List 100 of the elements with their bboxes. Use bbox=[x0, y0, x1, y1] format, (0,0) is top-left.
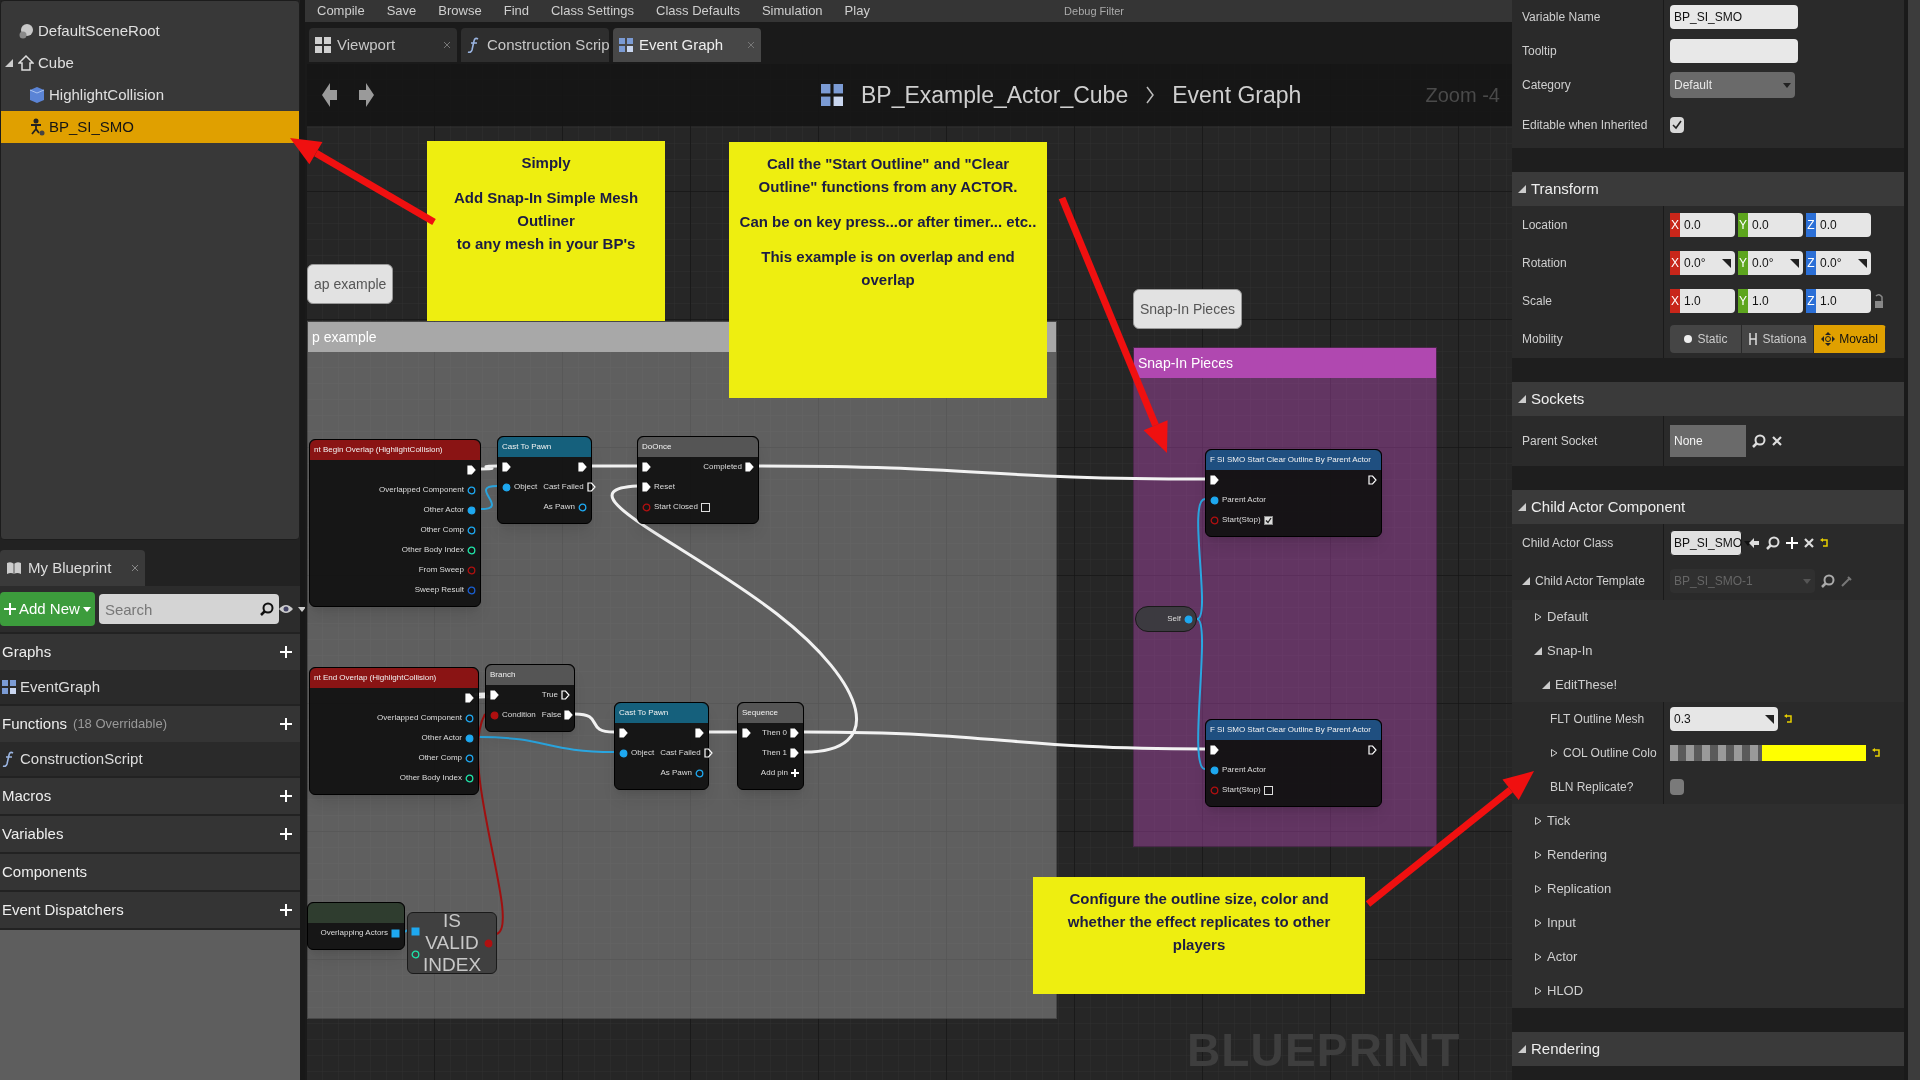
section-header[interactable]: Child Actor Component bbox=[1512, 490, 1904, 524]
blueprint-node[interactable]: nt End Overlap (HighlightCollision) Overlapped Component Other Actor Other Comp Other Body Index bbox=[309, 667, 479, 795]
section-header[interactable]: Components bbox=[0, 854, 300, 890]
section-header[interactable]: Transform bbox=[1512, 172, 1904, 206]
exec-pin-icon[interactable] bbox=[695, 728, 704, 738]
exec-pin-icon[interactable] bbox=[1210, 475, 1219, 485]
reset-icon[interactable] bbox=[1872, 748, 1881, 758]
array-pin-icon[interactable] bbox=[391, 928, 400, 938]
toolbar-button[interactable]: Browse bbox=[434, 1, 486, 21]
reset-icon[interactable] bbox=[1784, 714, 1793, 724]
mobility-option[interactable]: Static bbox=[1670, 325, 1742, 353]
editor-tab[interactable]: Construction Scrip bbox=[461, 28, 609, 62]
lock-icon[interactable] bbox=[1874, 293, 1884, 309]
number-field[interactable]: 0.0° bbox=[1748, 251, 1803, 275]
left-arrow-icon[interactable] bbox=[1748, 537, 1760, 549]
section-header[interactable]: Variables bbox=[0, 816, 300, 852]
scrollbar[interactable] bbox=[1904, 0, 1920, 1080]
exec-pin-icon[interactable] bbox=[1210, 745, 1219, 755]
expander-icon[interactable] bbox=[1518, 502, 1527, 512]
pin-icon[interactable] bbox=[1210, 765, 1219, 775]
close-icon[interactable] bbox=[131, 564, 139, 572]
pin-icon[interactable] bbox=[502, 482, 511, 492]
editor-tab[interactable]: Event Graph bbox=[613, 28, 761, 62]
text-field[interactable]: BP_SI_SMO bbox=[1670, 5, 1798, 29]
list-item[interactable]: EventGraph bbox=[0, 670, 300, 704]
close-icon[interactable] bbox=[443, 41, 451, 49]
exec-pin-icon[interactable] bbox=[745, 462, 754, 472]
checkbox[interactable] bbox=[1263, 515, 1273, 525]
forward-arrow-icon[interactable] bbox=[357, 82, 375, 108]
exec-pin-icon[interactable] bbox=[790, 728, 799, 738]
blueprint-node[interactable]: Sequence Then 0 Then 1 Add pin bbox=[737, 702, 804, 790]
variable-node[interactable]: Self bbox=[1135, 606, 1197, 632]
dropdown[interactable]: Default bbox=[1670, 72, 1795, 98]
toolbar-button[interactable]: Find bbox=[499, 1, 533, 21]
pin-icon[interactable] bbox=[619, 748, 628, 758]
pin-icon[interactable] bbox=[1210, 495, 1219, 505]
exec-pin-icon[interactable] bbox=[1368, 475, 1377, 485]
section-header[interactable]: Rendering bbox=[1512, 1032, 1904, 1066]
pin-icon[interactable] bbox=[465, 733, 474, 743]
section-header[interactable]: Event Dispatchers bbox=[0, 892, 300, 928]
blueprint-node[interactable]: Overlapping Actors bbox=[307, 902, 405, 950]
exec-pin-icon[interactable] bbox=[561, 690, 570, 700]
number-field[interactable]: 0.0° bbox=[1680, 251, 1735, 275]
mobility-option[interactable]: Movabl bbox=[1814, 325, 1886, 353]
toolbar-button[interactable]: Class Defaults bbox=[652, 1, 744, 21]
checkbox[interactable] bbox=[1670, 117, 1684, 133]
search-icon[interactable] bbox=[1752, 434, 1766, 448]
socket-field[interactable]: None bbox=[1670, 425, 1746, 457]
exec-pin-icon[interactable] bbox=[742, 728, 751, 738]
editor-tab[interactable]: Viewport bbox=[309, 28, 457, 62]
breadcrumb-item[interactable]: Event Graph bbox=[1172, 77, 1302, 113]
blueprint-node[interactable]: Branch True Condition False bbox=[485, 664, 575, 732]
spinner-icon[interactable] bbox=[1858, 258, 1867, 268]
list-item[interactable]: ConstructionScript bbox=[0, 742, 300, 776]
spinner-icon[interactable] bbox=[1790, 258, 1799, 268]
tree-item[interactable]: DefaultSceneRoot bbox=[1, 15, 299, 47]
tree-item[interactable]: HighlightCollision bbox=[1, 79, 299, 111]
search-icon[interactable] bbox=[1766, 536, 1780, 550]
exec-pin-icon[interactable] bbox=[564, 710, 574, 720]
exec-pin-icon[interactable] bbox=[642, 462, 651, 472]
color-swatch[interactable] bbox=[1670, 745, 1866, 761]
exec-pin-icon[interactable] bbox=[703, 748, 713, 758]
pin-icon[interactable] bbox=[465, 713, 474, 723]
toolbar-button[interactable]: Save bbox=[382, 1, 421, 21]
exec-pin-icon[interactable] bbox=[502, 462, 511, 472]
search-icon[interactable] bbox=[1821, 574, 1835, 588]
exec-pin-icon[interactable] bbox=[465, 693, 474, 703]
tree-item[interactable]: Cube bbox=[1, 47, 299, 79]
number-field[interactable]: 0.0 bbox=[1680, 213, 1735, 237]
pin-icon[interactable] bbox=[578, 502, 587, 512]
breadcrumb-item[interactable]: BP_Example_Actor_Cube bbox=[861, 77, 1129, 113]
blueprint-node[interactable]: nt Begin Overlap (HighlightCollision) Overlapped Component Other Actor Other Comp Other Body Index From Sweep Sweep Result bbox=[309, 439, 481, 607]
pin-icon[interactable] bbox=[467, 525, 476, 535]
add-icon[interactable] bbox=[280, 718, 292, 730]
pin-icon[interactable] bbox=[467, 505, 476, 515]
section-header[interactable]: Functions (18 Overridable) bbox=[0, 706, 300, 742]
text-field[interactable] bbox=[1670, 39, 1798, 63]
exec-pin-icon[interactable] bbox=[490, 690, 499, 700]
exec-pin-icon[interactable] bbox=[586, 482, 596, 492]
section-header[interactable]: Sockets bbox=[1512, 382, 1904, 416]
expander-icon[interactable] bbox=[1518, 184, 1527, 194]
expander-icon[interactable] bbox=[5, 58, 14, 68]
number-field[interactable]: 1.0 bbox=[1680, 289, 1735, 313]
panel-tab[interactable]: My Blueprint bbox=[0, 550, 145, 586]
eye-icon[interactable] bbox=[277, 603, 294, 615]
add-icon[interactable] bbox=[280, 646, 292, 658]
spinner-icon[interactable] bbox=[1722, 258, 1731, 268]
expander-icon[interactable] bbox=[1518, 394, 1527, 404]
back-arrow-icon[interactable] bbox=[321, 82, 339, 108]
add-icon[interactable] bbox=[1786, 537, 1798, 549]
blueprint-node[interactable]: DoOnce Completed Reset Start Closed bbox=[637, 436, 759, 524]
toolbar-button[interactable]: Compile bbox=[313, 1, 369, 21]
search-field[interactable]: Search bbox=[98, 594, 279, 624]
exec-pin-icon[interactable] bbox=[467, 465, 476, 475]
number-field[interactable]: 1.0 bbox=[1748, 289, 1803, 313]
spinner-icon[interactable] bbox=[1765, 714, 1774, 724]
clear-icon[interactable] bbox=[1804, 538, 1814, 548]
add-icon[interactable] bbox=[280, 828, 292, 840]
blueprint-node[interactable]: F SI SMO Start Clear Outline By Parent Actor Parent Actor Start(Stop) bbox=[1205, 719, 1382, 807]
add-icon[interactable] bbox=[280, 790, 292, 802]
